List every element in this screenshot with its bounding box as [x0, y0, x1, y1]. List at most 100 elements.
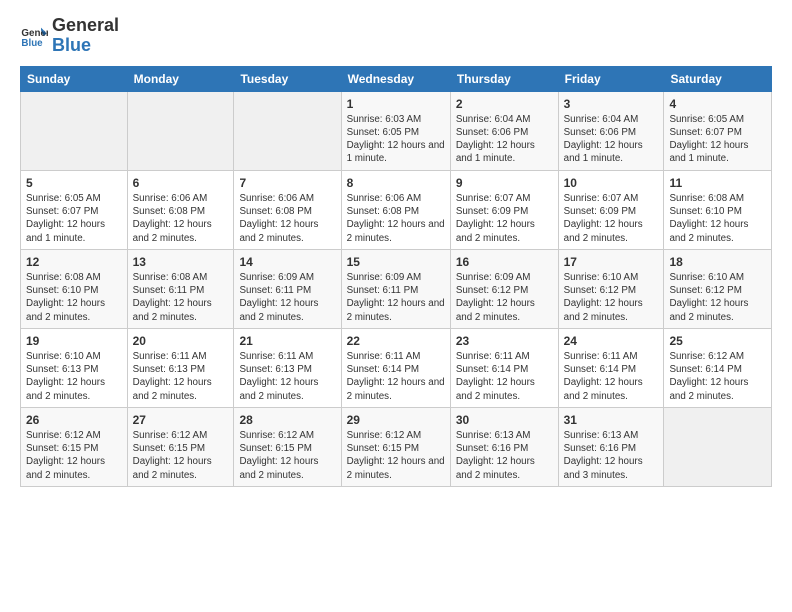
logo-text: GeneralBlue [52, 16, 119, 56]
weekday-header-row: SundayMondayTuesdayWednesdayThursdayFrid… [21, 66, 772, 91]
day-cell: 2Sunrise: 6:04 AMSunset: 6:06 PMDaylight… [450, 91, 558, 170]
day-cell: 28Sunrise: 6:12 AMSunset: 6:15 PMDayligh… [234, 407, 341, 486]
day-number: 29 [347, 412, 445, 428]
day-number: 31 [564, 412, 659, 428]
day-cell: 26Sunrise: 6:12 AMSunset: 6:15 PMDayligh… [21, 407, 128, 486]
day-cell: 7Sunrise: 6:06 AMSunset: 6:08 PMDaylight… [234, 170, 341, 249]
day-cell: 10Sunrise: 6:07 AMSunset: 6:09 PMDayligh… [558, 170, 664, 249]
day-cell: 21Sunrise: 6:11 AMSunset: 6:13 PMDayligh… [234, 328, 341, 407]
weekday-header-saturday: Saturday [664, 66, 772, 91]
day-detail: Sunset: 6:06 PM [456, 126, 553, 139]
day-number: 5 [26, 175, 122, 191]
day-detail: Sunset: 6:07 PM [26, 205, 122, 218]
day-detail: Sunrise: 6:11 AM [239, 350, 335, 363]
day-detail: Daylight: 12 hours and 2 minutes. [347, 297, 445, 323]
day-number: 23 [456, 333, 553, 349]
day-detail: Sunset: 6:14 PM [456, 363, 553, 376]
day-detail: Daylight: 12 hours and 2 minutes. [133, 455, 229, 481]
day-detail: Daylight: 12 hours and 2 minutes. [239, 218, 335, 244]
day-detail: Sunset: 6:09 PM [456, 205, 553, 218]
day-detail: Sunrise: 6:09 AM [239, 271, 335, 284]
day-detail: Sunset: 6:12 PM [564, 284, 659, 297]
day-detail: Daylight: 12 hours and 2 minutes. [26, 455, 122, 481]
day-detail: Sunrise: 6:11 AM [347, 350, 445, 363]
day-detail: Sunset: 6:11 PM [239, 284, 335, 297]
day-number: 4 [669, 96, 766, 112]
svg-text:Blue: Blue [21, 38, 43, 49]
day-cell: 9Sunrise: 6:07 AMSunset: 6:09 PMDaylight… [450, 170, 558, 249]
day-number: 9 [456, 175, 553, 191]
day-detail: Sunset: 6:08 PM [133, 205, 229, 218]
day-detail: Daylight: 12 hours and 1 minute. [564, 139, 659, 165]
day-detail: Daylight: 12 hours and 2 minutes. [239, 297, 335, 323]
day-detail: Sunset: 6:10 PM [26, 284, 122, 297]
day-detail: Daylight: 12 hours and 2 minutes. [347, 218, 445, 244]
week-row-5: 26Sunrise: 6:12 AMSunset: 6:15 PMDayligh… [21, 407, 772, 486]
day-detail: Sunrise: 6:08 AM [26, 271, 122, 284]
day-detail: Sunrise: 6:13 AM [456, 429, 553, 442]
day-detail: Sunrise: 6:12 AM [669, 350, 766, 363]
day-detail: Sunrise: 6:07 AM [456, 192, 553, 205]
calendar-table: SundayMondayTuesdayWednesdayThursdayFrid… [20, 66, 772, 487]
day-detail: Sunrise: 6:05 AM [669, 113, 766, 126]
day-number: 25 [669, 333, 766, 349]
day-detail: Sunrise: 6:06 AM [347, 192, 445, 205]
day-detail: Daylight: 12 hours and 3 minutes. [564, 455, 659, 481]
day-detail: Daylight: 12 hours and 2 minutes. [456, 297, 553, 323]
day-detail: Sunrise: 6:13 AM [564, 429, 659, 442]
day-detail: Sunset: 6:05 PM [347, 126, 445, 139]
day-number: 10 [564, 175, 659, 191]
day-detail: Sunset: 6:14 PM [669, 363, 766, 376]
day-detail: Daylight: 12 hours and 2 minutes. [239, 376, 335, 402]
weekday-header-friday: Friday [558, 66, 664, 91]
day-detail: Daylight: 12 hours and 1 minute. [347, 139, 445, 165]
day-detail: Daylight: 12 hours and 2 minutes. [26, 297, 122, 323]
logo: General Blue GeneralBlue [20, 16, 119, 56]
day-detail: Daylight: 12 hours and 2 minutes. [456, 218, 553, 244]
day-detail: Sunset: 6:13 PM [133, 363, 229, 376]
day-detail: Sunset: 6:11 PM [347, 284, 445, 297]
day-cell: 14Sunrise: 6:09 AMSunset: 6:11 PMDayligh… [234, 249, 341, 328]
day-detail: Daylight: 12 hours and 2 minutes. [564, 297, 659, 323]
day-detail: Sunrise: 6:08 AM [133, 271, 229, 284]
day-detail: Sunset: 6:15 PM [133, 442, 229, 455]
day-cell: 4Sunrise: 6:05 AMSunset: 6:07 PMDaylight… [664, 91, 772, 170]
day-cell: 8Sunrise: 6:06 AMSunset: 6:08 PMDaylight… [341, 170, 450, 249]
day-detail: Sunrise: 6:03 AM [347, 113, 445, 126]
day-number: 21 [239, 333, 335, 349]
day-detail: Sunset: 6:15 PM [26, 442, 122, 455]
logo-icon: General Blue [20, 22, 48, 50]
day-detail: Sunset: 6:16 PM [564, 442, 659, 455]
weekday-header-wednesday: Wednesday [341, 66, 450, 91]
day-detail: Sunset: 6:14 PM [347, 363, 445, 376]
week-row-1: 1Sunrise: 6:03 AMSunset: 6:05 PMDaylight… [21, 91, 772, 170]
day-number: 17 [564, 254, 659, 270]
day-detail: Sunrise: 6:04 AM [456, 113, 553, 126]
day-detail: Daylight: 12 hours and 1 minute. [26, 218, 122, 244]
day-number: 19 [26, 333, 122, 349]
day-number: 2 [456, 96, 553, 112]
day-detail: Sunrise: 6:12 AM [133, 429, 229, 442]
day-detail: Sunrise: 6:04 AM [564, 113, 659, 126]
day-detail: Daylight: 12 hours and 2 minutes. [26, 376, 122, 402]
weekday-header-tuesday: Tuesday [234, 66, 341, 91]
day-detail: Sunrise: 6:12 AM [26, 429, 122, 442]
day-number: 6 [133, 175, 229, 191]
weekday-header-sunday: Sunday [21, 66, 128, 91]
day-detail: Sunrise: 6:12 AM [239, 429, 335, 442]
day-number: 12 [26, 254, 122, 270]
day-number: 27 [133, 412, 229, 428]
day-cell: 31Sunrise: 6:13 AMSunset: 6:16 PMDayligh… [558, 407, 664, 486]
day-detail: Daylight: 12 hours and 1 minute. [669, 139, 766, 165]
day-detail: Daylight: 12 hours and 2 minutes. [239, 455, 335, 481]
day-cell [664, 407, 772, 486]
day-cell: 25Sunrise: 6:12 AMSunset: 6:14 PMDayligh… [664, 328, 772, 407]
day-detail: Sunrise: 6:10 AM [564, 271, 659, 284]
day-number: 7 [239, 175, 335, 191]
day-detail: Daylight: 12 hours and 2 minutes. [456, 455, 553, 481]
day-cell: 22Sunrise: 6:11 AMSunset: 6:14 PMDayligh… [341, 328, 450, 407]
day-detail: Sunset: 6:16 PM [456, 442, 553, 455]
day-detail: Sunrise: 6:12 AM [347, 429, 445, 442]
day-number: 8 [347, 175, 445, 191]
day-detail: Daylight: 12 hours and 2 minutes. [456, 376, 553, 402]
